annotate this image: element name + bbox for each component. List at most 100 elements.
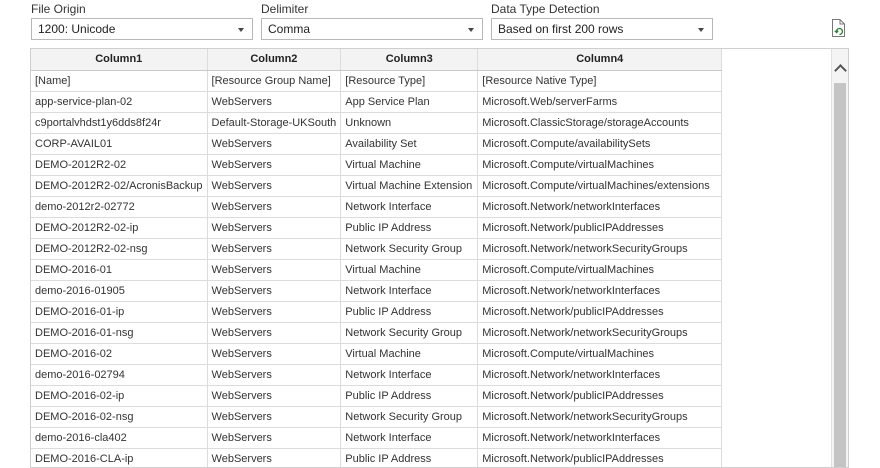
table-cell: Network Interface [340,427,479,449]
table-cell: [Name] [31,70,208,92]
table-cell: Microsoft.Compute/availabilitySets [477,133,723,155]
table-cell: Microsoft.Network/networkInterfaces [477,196,723,218]
table-row: demo-2016-cla402 WebServers Network Interf… [31,427,723,449]
table-cell: Microsoft.Network/networkInterfaces [477,427,723,449]
table-cell: WebServers [207,217,342,239]
table-row: CORP-AVAIL01 WebServers Availability Set Mi… [31,133,723,155]
table-cell: app-service-plan-02 [31,91,208,113]
table-cell: WebServers [207,154,342,176]
table-cell: WebServers [207,301,342,323]
column-header[interactable]: Column1 [31,49,208,71]
delimiter-label: Delimiter [261,2,309,16]
table-cell: demo-2016-01905 [31,280,208,302]
table-cell: Microsoft.Network/networkSecurityGroups [477,406,723,428]
table-cell: Network Interface [340,196,479,218]
table-cell: Microsoft.Network/publicIPAddresses [477,217,723,239]
table-cell: Microsoft.Network/networkSecurityGroups [477,238,723,260]
table-cell: DEMO-2016-01 [31,259,208,281]
table-row: DEMO-2012R2-02-ip WebServers Public IP Add… [31,217,723,239]
table-cell: WebServers [207,133,342,155]
column-header[interactable]: Column4 [477,49,723,71]
table-row: demo-2016-02794 WebServers Network Interfa… [31,364,723,386]
table-cell: demo-2016-02794 [31,364,208,386]
table-cell: DEMO-2012R2-02 [31,154,208,176]
table-row: DEMO-2012R2-02/AcronisBackup WebServers Vi… [31,175,723,197]
table-cell: [Resource Native Type] [477,70,723,92]
table-cell: Public IP Address [340,385,479,407]
table-row: DEMO-2016-01-nsg WebServers Network Securi… [31,322,723,344]
table-row: DEMO-2012R2-02-nsg WebServers Network Secu… [31,238,723,260]
table-cell: Network Security Group [340,406,479,428]
refresh-file-icon[interactable] [830,18,848,38]
table-cell: DEMO-2016-01-ip [31,301,208,323]
chevron-up-icon[interactable] [834,64,847,77]
table-cell: DEMO-2016-CLA-ip [31,448,208,467]
table-cell: c9portalvhdst1y6dds8f24r [31,112,208,134]
table-cell: WebServers [207,343,342,365]
table-cell: Microsoft.Network/publicIPAddresses [477,448,723,467]
table-cell: WebServers [207,322,342,344]
table-cell: Virtual Machine Extension [340,175,479,197]
table-cell: Microsoft.Compute/virtualMachines [477,259,723,281]
file-origin-value: 1200: Unicode [38,22,116,36]
preview-table: Column1 Column2 Column3 Column4 [Name] [R… [31,49,723,467]
table-row: demo-2016-01905 WebServers Network Interfa… [31,280,723,302]
table-cell: demo-2012r2-02772 [31,196,208,218]
file-origin-select[interactable]: 1200: Unicode [31,18,253,40]
table-cell: Microsoft.Compute/virtualMachines [477,343,723,365]
table-cell: demo-2016-cla402 [31,427,208,449]
table-cell: WebServers [207,175,342,197]
table-cell: Microsoft.Web/serverFarms [477,91,723,113]
table-row: DEMO-2016-02 WebServers Virtual Machine Mic… [31,343,723,365]
type-detection-label: Data Type Detection [491,2,600,16]
table-cell: Network Interface [340,280,479,302]
table-cell: Virtual Machine [340,154,479,176]
table-cell: Default-Storage-UKSouth [207,112,342,134]
table-cell: Microsoft.Network/publicIPAddresses [477,385,723,407]
chevron-down-icon [698,28,704,32]
table-cell: Unknown [340,112,479,134]
column-header[interactable]: Column2 [207,49,342,71]
table-cell: WebServers [207,406,342,428]
table-cell: Microsoft.Compute/virtualMachines/extens… [477,175,723,197]
table-cell: WebServers [207,280,342,302]
table-cell: DEMO-2016-02-nsg [31,406,208,428]
table-cell: WebServers [207,91,342,113]
table-cell: [Resource Group Name] [207,70,342,92]
chevron-down-icon [468,28,474,32]
table-cell: WebServers [207,259,342,281]
type-detection-value: Based on first 200 rows [498,22,624,36]
table-row: app-service-plan-02 WebServers App Service… [31,91,723,113]
table-row: DEMO-2016-02-nsg WebServers Network Securi… [31,406,723,428]
table-cell: DEMO-2016-02 [31,343,208,365]
table-cell: Microsoft.Network/networkInterfaces [477,364,723,386]
table-row: DEMO-2016-CLA-ip WebServers Public IP Addr… [31,448,723,467]
table-cell: Microsoft.ClassicStorage/storageAccounts [477,112,723,134]
table-row: [Name] [Resource Group Name] [Resource Typ… [31,70,723,92]
table-cell: Microsoft.Network/networkInterfaces [477,280,723,302]
delimiter-select[interactable]: Comma [261,18,483,40]
table-cell: Microsoft.Network/publicIPAddresses [477,301,723,323]
table-cell: Virtual Machine [340,343,479,365]
table-cell: Virtual Machine [340,259,479,281]
file-origin-label: File Origin [31,2,86,16]
scrollbar-thumb[interactable] [834,83,846,467]
table-cell: DEMO-2012R2-02/AcronisBackup [31,175,208,197]
chevron-down-icon [238,28,244,32]
table-cell: Microsoft.Network/networkSecurityGroups [477,322,723,344]
type-detection-select[interactable]: Based on first 200 rows [491,18,713,40]
table-cell: Public IP Address [340,217,479,239]
table-row: demo-2012r2-02772 WebServers Network Inter… [31,196,723,218]
table-cell: WebServers [207,427,342,449]
table-cell: DEMO-2012R2-02-nsg [31,238,208,260]
table-cell: Availability Set [340,133,479,155]
table-row: DEMO-2016-01 WebServers Virtual Machine Mic… [31,259,723,281]
data-preview: Column1 Column2 Column3 Column4 [Name] [R… [30,48,849,468]
table-row: c9portalvhdst1y6dds8f24r Default-Storage-… [31,112,723,134]
table-row: DEMO-2016-02-ip WebServers Public IP Addre… [31,385,723,407]
column-header[interactable]: Column3 [340,49,479,71]
table-cell: Public IP Address [340,448,479,467]
vertical-scrollbar[interactable] [831,49,848,467]
delimiter-value: Comma [268,22,311,36]
table-cell: Network Security Group [340,238,479,260]
